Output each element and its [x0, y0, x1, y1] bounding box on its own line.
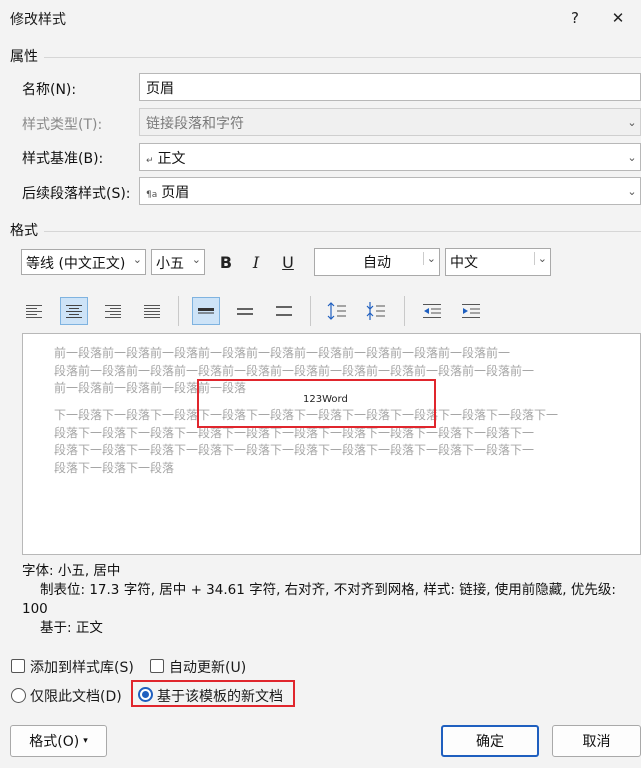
style-name-value: 页眉 — [146, 81, 174, 97]
align-center-button[interactable] — [60, 297, 88, 325]
decrease-spacing-icon — [366, 302, 385, 320]
ok-button[interactable]: 确定 — [441, 725, 539, 757]
one-half-spacing-button[interactable] — [231, 297, 259, 325]
style-name-input[interactable]: 页眉 — [139, 73, 641, 101]
decrease-indent-button[interactable] — [418, 297, 446, 325]
name-label: 名称(N): — [22, 82, 77, 98]
divider — [44, 57, 641, 58]
single-spacing-button[interactable] — [192, 297, 220, 325]
preview-line: 段落下一段落下一段落下一段落下一段落下一段落下一段落下一段落下一段落下一段落下一 — [54, 443, 535, 457]
decrease-spacing-button[interactable] — [362, 297, 390, 325]
format-menu-button[interactable]: 格式(O) ▾ — [10, 725, 107, 757]
style-base-dropdown[interactable]: ↵ 正文 ⌄ — [139, 143, 641, 171]
next-style-label: 后续段落样式(S): — [22, 186, 131, 202]
align-left-icon — [26, 305, 42, 318]
highlight-box — [197, 379, 436, 428]
style-type-dropdown[interactable]: 链接段落和字符 ⌄ — [139, 108, 641, 136]
single-spacing-icon — [198, 308, 214, 314]
font-size-dropdown[interactable]: 小五 ⌄ — [151, 249, 205, 275]
preview-line: 前一段落前一段落前一段落前一段落前一段落前一段落前一段落前一段落前一段落前一 — [54, 346, 511, 360]
justify-button[interactable] — [138, 297, 166, 325]
script-dropdown[interactable]: 中文 ⌄ — [445, 248, 551, 276]
justify-icon — [144, 305, 160, 318]
chevron-down-icon: ⌄ — [422, 252, 436, 265]
align-left-button[interactable] — [20, 297, 48, 325]
new-docs-template-label[interactable]: 基于该模板的新文档 — [157, 686, 283, 706]
bold-button[interactable]: B — [213, 249, 239, 275]
script-value: 中文 — [450, 255, 478, 271]
underline-button[interactable]: U — [275, 249, 301, 275]
toolbar-separator — [404, 296, 405, 326]
next-style-dropdown[interactable]: ¶a 页眉 ⌄ — [139, 177, 641, 205]
close-button[interactable]: ✕ — [603, 4, 633, 32]
help-button[interactable]: ? — [560, 4, 590, 32]
title-bar: 修改样式 ? ✕ — [0, 0, 641, 36]
only-this-doc-radio[interactable] — [11, 688, 26, 703]
toolbar-separator — [310, 296, 311, 326]
align-right-icon — [105, 305, 121, 318]
divider — [44, 231, 641, 232]
chevron-down-icon: ⌄ — [533, 252, 547, 265]
font-color-dropdown[interactable]: 自动 ⌄ — [314, 248, 440, 276]
style-type-label: 样式类型(T): — [22, 117, 103, 133]
italic-button[interactable]: I — [243, 249, 269, 275]
auto-update-checkbox[interactable] — [150, 659, 164, 673]
double-spacing-icon — [276, 306, 292, 316]
dialog-title: 修改样式 — [10, 12, 66, 28]
align-center-icon — [66, 305, 82, 318]
caret-down-icon: ▾ — [83, 736, 88, 746]
only-this-doc-label[interactable]: 仅限此文档(D) — [30, 686, 122, 706]
description-line: 100 — [22, 601, 48, 617]
align-right-button[interactable] — [99, 297, 127, 325]
add-to-gallery-label[interactable]: 添加到样式库(S) — [30, 657, 134, 677]
style-description: 字体: 小五, 居中 制表位: 17.3 字符, 居中 + 34.61 字符, … — [22, 562, 641, 644]
format-section-label: 格式 — [10, 223, 38, 239]
font-size-value: 小五 — [156, 256, 184, 272]
font-color-value: 自动 — [363, 255, 391, 271]
style-preview: 前一段落前一段落前一段落前一段落前一段落前一段落前一段落前一段落前一段落前一 段落… — [22, 333, 641, 555]
style-base-label: 样式基准(B): — [22, 151, 104, 167]
double-spacing-button[interactable] — [270, 297, 298, 325]
increase-spacing-button[interactable] — [323, 297, 351, 325]
cancel-button[interactable]: 取消 — [552, 725, 641, 757]
chevron-down-icon: ⌄ — [627, 115, 637, 129]
format-menu-label: 格式(O) — [29, 734, 80, 750]
increase-indent-button[interactable] — [457, 297, 485, 325]
auto-update-label[interactable]: 自动更新(U) — [169, 657, 246, 677]
increase-spacing-icon — [327, 302, 346, 320]
chevron-down-icon: ⌄ — [627, 150, 637, 164]
font-dropdown[interactable]: 等线 (中文正文) ⌄ — [21, 249, 146, 275]
increase-indent-icon — [462, 304, 480, 318]
chevron-down-icon: ⌄ — [191, 253, 201, 266]
chevron-down-icon: ⌄ — [627, 184, 637, 198]
one-half-spacing-icon — [237, 308, 253, 315]
style-base-value: 正文 — [157, 151, 186, 167]
properties-section-label: 属性 — [10, 49, 38, 65]
toolbar-separator — [178, 296, 179, 326]
description-line: 制表位: 17.3 字符, 居中 + 34.61 字符, 右对齐, 不对齐到网格… — [40, 582, 616, 598]
font-value: 等线 (中文正文) — [26, 256, 126, 272]
description-line: 字体: 小五, 居中 — [22, 563, 121, 579]
paragraph-mark-icon: ↵ — [146, 156, 154, 166]
decrease-indent-icon — [423, 304, 441, 318]
linked-style-icon: ¶a — [146, 190, 158, 200]
preview-line: 段落下一段落下一段落 — [54, 460, 175, 475]
new-docs-template-radio[interactable] — [138, 687, 153, 702]
preview-line: 段落前一段落前一段落前一段落前一段落前一段落前一段落前一段落前一段落前一段落前一 — [54, 363, 535, 378]
style-type-value: 链接段落和字符 — [146, 116, 244, 132]
chevron-down-icon: ⌄ — [132, 253, 142, 266]
next-style-value: 页眉 — [161, 185, 190, 201]
add-to-gallery-checkbox[interactable] — [11, 659, 25, 673]
description-line: 基于: 正文 — [40, 620, 103, 636]
